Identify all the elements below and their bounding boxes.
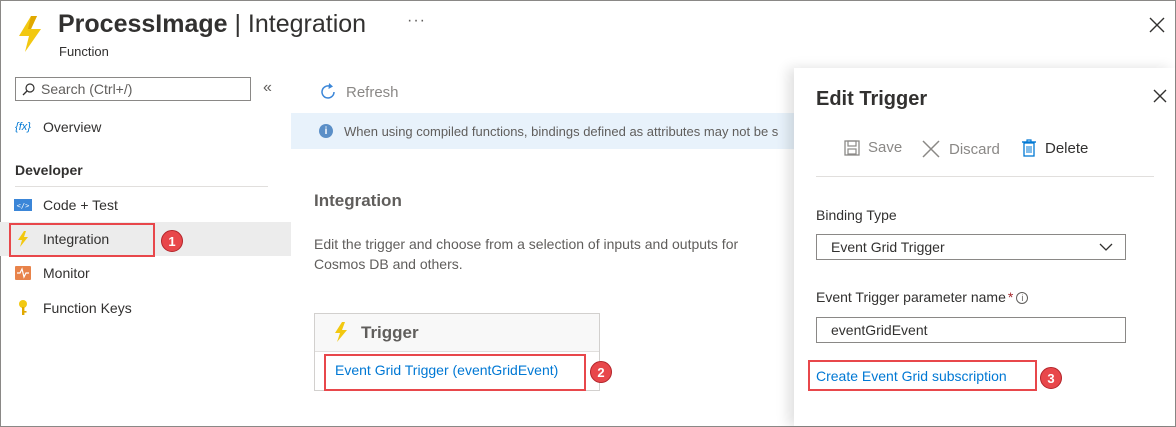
info-banner: i When using compiled functions, binding… bbox=[291, 113, 794, 149]
sidebar-item-label: Code + Test bbox=[43, 197, 118, 213]
sidebar-item-code-test[interactable]: </> Code + Test bbox=[0, 188, 291, 222]
trigger-card-header: Trigger bbox=[315, 314, 599, 352]
binding-type-label: Binding Type bbox=[816, 207, 897, 223]
search-input[interactable]: Search (Ctrl+/) bbox=[15, 77, 251, 101]
save-button[interactable]: Save bbox=[844, 139, 902, 156]
toolbar-divider bbox=[816, 176, 1154, 177]
lightning-icon bbox=[335, 322, 347, 342]
discard-label: Discard bbox=[949, 140, 1000, 158]
highlight-box-integration bbox=[9, 223, 155, 257]
sidebar-item-function-keys[interactable]: Function Keys bbox=[0, 291, 291, 325]
required-asterisk: * bbox=[1007, 289, 1014, 305]
step-badge-1: 1 bbox=[161, 230, 183, 252]
collapse-sidebar-button[interactable]: « bbox=[263, 79, 272, 97]
close-icon[interactable] bbox=[1151, 87, 1169, 105]
sidebar-item-label: Monitor bbox=[43, 265, 90, 281]
more-options-button[interactable]: ··· bbox=[407, 12, 426, 30]
binding-type-dropdown[interactable]: Event Grid Trigger bbox=[816, 234, 1126, 260]
highlight-box-trigger bbox=[324, 354, 586, 391]
sidebar-item-overview[interactable]: {f x} Overview bbox=[0, 110, 291, 144]
page-subtitle: Function bbox=[59, 44, 109, 59]
info-icon: i bbox=[319, 124, 333, 138]
search-placeholder: Search (Ctrl+/) bbox=[41, 81, 133, 97]
monitor-icon bbox=[14, 264, 32, 282]
integration-heading: Integration bbox=[314, 191, 402, 210]
binding-type-value: Event Grid Trigger bbox=[831, 239, 945, 255]
param-name-input[interactable]: eventGridEvent bbox=[816, 317, 1126, 343]
integration-description: Edit the trigger and choose from a selec… bbox=[314, 236, 739, 272]
trigger-card-title: Trigger bbox=[361, 323, 419, 342]
discard-icon bbox=[922, 140, 940, 158]
delete-button[interactable]: Delete bbox=[1021, 139, 1088, 157]
sidebar-item-label: Overview bbox=[43, 119, 102, 135]
svg-text:</>: </> bbox=[17, 202, 30, 210]
step-badge-3: 3 bbox=[1040, 367, 1062, 389]
function-lightning-icon bbox=[16, 16, 44, 52]
info-icon[interactable]: i bbox=[1016, 292, 1029, 304]
close-blade-icon[interactable] bbox=[1146, 14, 1168, 36]
highlight-box-subscription bbox=[808, 360, 1037, 391]
save-icon bbox=[844, 139, 860, 156]
param-name-value: eventGridEvent bbox=[831, 322, 928, 338]
discard-button[interactable]: Discard bbox=[921, 139, 1000, 159]
param-name-label: Event Trigger parameter name * i bbox=[816, 289, 1029, 305]
delete-label: Delete bbox=[1045, 139, 1089, 157]
panel-title: Edit Trigger bbox=[816, 88, 928, 110]
code-icon: </> bbox=[14, 196, 32, 214]
chevron-down-icon bbox=[1099, 243, 1113, 251]
refresh-label: Refresh bbox=[346, 83, 399, 101]
search-icon bbox=[22, 82, 35, 95]
refresh-icon bbox=[321, 83, 335, 99]
section-divider bbox=[15, 186, 268, 187]
trash-icon bbox=[1022, 139, 1036, 157]
refresh-button[interactable]: Refresh bbox=[318, 82, 399, 102]
sidebar-item-monitor[interactable]: Monitor bbox=[0, 256, 291, 290]
sidebar-section-developer: Developer bbox=[15, 162, 83, 178]
step-badge-2: 2 bbox=[590, 361, 612, 383]
key-icon bbox=[14, 299, 32, 317]
sidebar-item-label: Function Keys bbox=[43, 300, 132, 316]
function-fx-icon: {f x} bbox=[15, 121, 31, 133]
page-title: ProcessImage | Integration bbox=[58, 10, 367, 38]
info-banner-text: When using compiled functions, bindings … bbox=[344, 123, 779, 139]
save-label: Save bbox=[868, 139, 903, 156]
